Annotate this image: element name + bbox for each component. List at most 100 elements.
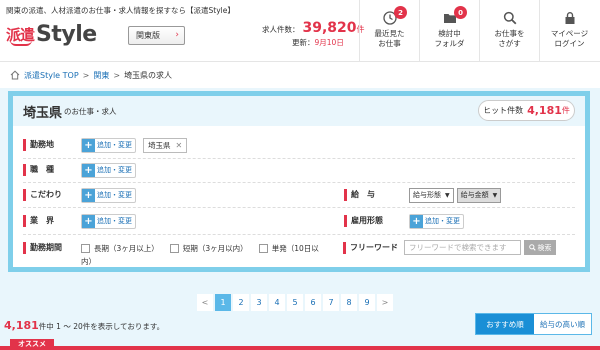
kodawari-add-button[interactable]: + 追加・変更 [81, 187, 136, 203]
keyword-input[interactable]: フリーワードで検索できます [404, 240, 521, 255]
filter-industry-employment-row: 業 界 + 追加・変更 雇用形態 + 追加・変更 [23, 210, 575, 232]
site-tagline: 関東の派遣、人材派遣のお仕事・求人情報を探すなら【派遣Style】 [6, 6, 235, 15]
pagination-page-7[interactable]: 7 [322, 293, 340, 312]
pagination-next[interactable]: > [376, 293, 394, 312]
location-add-button[interactable]: + 追加・変更 [81, 137, 136, 153]
keyword-search-label: 検索 [537, 243, 552, 252]
logo-text-style: Style [36, 21, 97, 47]
lock-icon [565, 12, 574, 24]
pagination-page-8[interactable]: 8 [340, 293, 358, 312]
plus-icon: + [82, 138, 95, 152]
breadcrumb-link-top[interactable]: 派遣Style TOP [24, 70, 79, 81]
checkbox-box [169, 244, 179, 253]
hit-count-badge: ヒット件数 4,181 件 [478, 100, 575, 121]
keyword-search-button[interactable]: 検索 [524, 240, 556, 255]
pagination-page-5[interactable]: 5 [286, 293, 304, 312]
add-button-label: 追加・変更 [425, 217, 460, 225]
filter-location-label: 勤務地 [23, 139, 71, 151]
row-divider [23, 207, 575, 208]
filter-kodawari-label: こだわり [23, 189, 71, 201]
period-single-label-cont: 内） [81, 257, 96, 266]
employment-add-button[interactable]: + 追加・変更 [409, 213, 464, 229]
sort-recommended-button[interactable]: おすすめ順 [476, 314, 534, 334]
search-panel: 埼玉県 のお仕事・求人 ヒット件数 4,181 件 勤務地 + 追加・変更 埼玉… [8, 91, 590, 272]
result-range-text: 件中 1 ～ 20件を表示しております。 [38, 322, 165, 331]
close-icon[interactable]: ✕ [176, 141, 183, 150]
nav-folder-label: 検討中 フォルダ [434, 29, 465, 48]
hit-count-value: 4,181 [527, 104, 562, 117]
search-title-prefecture: 埼玉県 [23, 105, 63, 121]
pagination-page-2[interactable]: 2 [232, 293, 250, 312]
pagination-page-3[interactable]: 3 [250, 293, 268, 312]
checkbox-box [81, 244, 90, 253]
salary-amount-select[interactable]: 給与金額 ▼ [456, 187, 502, 203]
period-single-label: 単発（10日以 [271, 244, 319, 253]
logo-smile-mark [10, 40, 32, 46]
plus-icon: + [82, 188, 95, 202]
nav-saved-folder[interactable]: 検討中 フォルダ 0 [419, 0, 479, 62]
period-short-checkbox[interactable]: 短期（3ヶ月以内） [169, 242, 248, 255]
salary-type-select[interactable]: 給与形態 ▼ [409, 187, 454, 203]
filter-location-row: 勤務地 + 追加・変更 埼玉県 ✕ [23, 134, 188, 156]
home-icon [10, 70, 20, 80]
filter-occupation-row: 職 種 + 追加・変更 [23, 159, 136, 181]
pagination-page-9[interactable]: 9 [358, 293, 376, 312]
nav-mypage-login[interactable]: マイページ ログイン [539, 0, 599, 62]
breadcrumb-link-kanto[interactable]: 関東 [93, 70, 109, 81]
industry-add-button[interactable]: + 追加・変更 [81, 213, 136, 229]
plus-icon: + [410, 214, 423, 228]
filter-occupation-label: 職 種 [23, 164, 71, 176]
add-button-label: 追加・変更 [97, 166, 132, 174]
pagination-page-4[interactable]: 4 [268, 293, 286, 312]
chevron-right-icon: › [175, 30, 179, 40]
pagination-page-6[interactable]: 6 [304, 293, 322, 312]
job-count-value: 39,820 [302, 20, 357, 36]
add-button-label: 追加・変更 [97, 141, 132, 149]
hit-count-unit: 件 [561, 106, 570, 115]
keyword-placeholder: フリーワードで検索できます [409, 243, 507, 252]
section-divider [0, 346, 600, 350]
breadcrumb: 派遣Style TOP > 関東 > 埼玉県の求人 [0, 62, 600, 88]
search-title-sub: のお仕事・求人 [64, 106, 117, 116]
nav-recent-label: 最近見た お仕事 [374, 29, 405, 48]
period-long-checkbox[interactable]: 長期（3ヶ月以上） [81, 242, 159, 255]
updated-date: 9月10日 [314, 38, 344, 47]
location-tag-label: 埼玉県 [148, 140, 171, 150]
search-icon [528, 244, 536, 251]
plus-icon: + [82, 163, 95, 177]
period-long-label: 長期（3ヶ月以上） [94, 244, 159, 253]
filter-period-label: 勤務期間 [23, 242, 71, 254]
sort-salary-button[interactable]: 給与の高い順 [534, 314, 591, 334]
salary-amount-value: 給与金額 [460, 191, 489, 199]
breadcrumb-separator: > [82, 70, 90, 80]
filter-industry-label: 業 界 [23, 215, 71, 227]
plus-icon: + [82, 214, 95, 228]
row-divider [23, 182, 575, 183]
folder-count-badge: 0 [454, 6, 467, 19]
filter-keyword-label: フリーワード [343, 242, 408, 254]
region-button-label: 関東版 [136, 31, 160, 40]
recent-count-badge: 2 [394, 6, 407, 19]
nav-search-jobs[interactable]: お仕事を さがす [479, 0, 539, 62]
updated-label: 更新： [292, 38, 315, 47]
nav-search-label: お仕事を さがす [494, 29, 525, 48]
filter-salary-label: 給 与 [344, 189, 409, 201]
region-select-button[interactable]: 関東版 › [128, 26, 185, 45]
pagination-prev[interactable]: < [196, 293, 214, 312]
header-nav: 最近見た お仕事 2 検討中 フォルダ 0 お仕事を さがす マイページ ログイ… [359, 0, 599, 62]
nav-recent-jobs[interactable]: 最近見た お仕事 2 [359, 0, 419, 62]
pagination-page-1[interactable]: 1 [214, 293, 232, 312]
row-divider [23, 234, 575, 235]
search-icon [503, 11, 516, 25]
checkbox-box [258, 244, 268, 253]
period-short-label: 短期（3ヶ月以内） [182, 244, 248, 253]
result-count: 4,181 [4, 319, 39, 332]
site-logo[interactable]: 派遣 Style [6, 20, 97, 48]
occupation-add-button[interactable]: + 追加・変更 [81, 162, 136, 178]
main-content: 埼玉県 のお仕事・求人 ヒット件数 4,181 件 勤務地 + 追加・変更 埼玉… [0, 88, 600, 350]
period-single-checkbox[interactable]: 単発（10日以 [258, 242, 319, 255]
location-tag[interactable]: 埼玉県 ✕ [143, 137, 188, 153]
breadcrumb-current: 埼玉県の求人 [124, 70, 173, 80]
add-button-label: 追加・変更 [97, 191, 132, 199]
nav-login-label: マイページ ログイン [550, 29, 589, 48]
